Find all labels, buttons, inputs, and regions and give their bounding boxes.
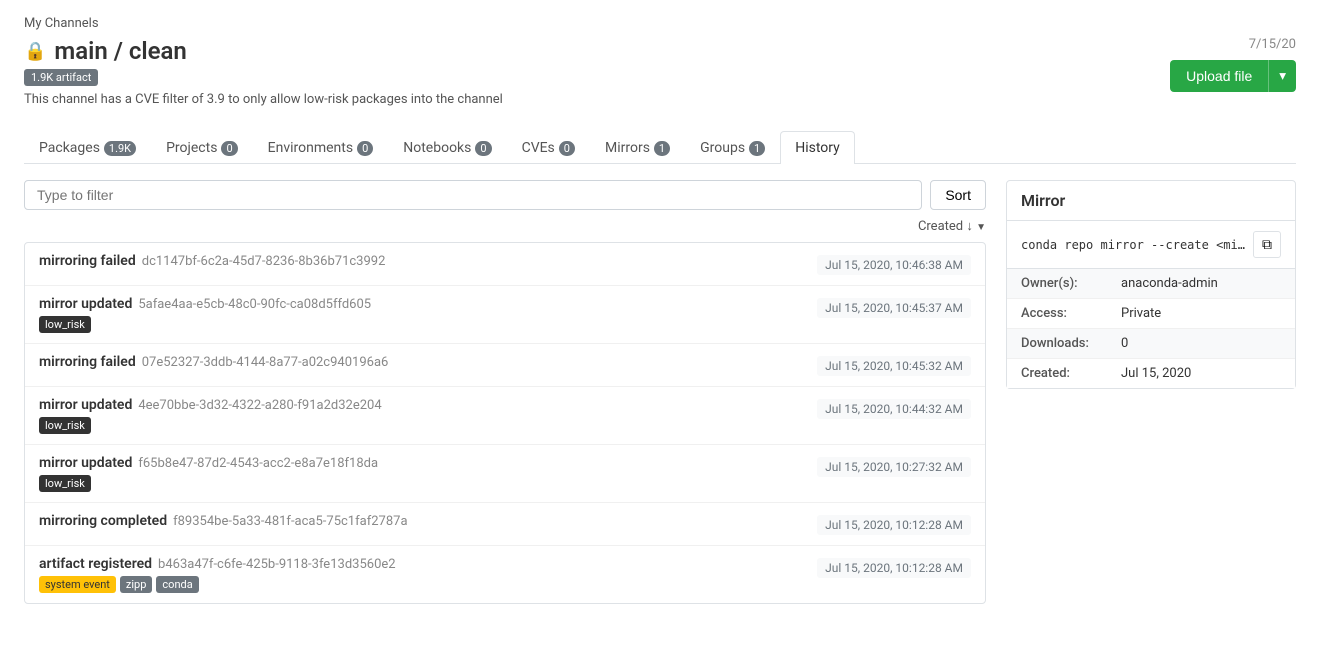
- left-panel: Sort Created ↓ ▼ mirroring failed dc1147b…: [24, 180, 986, 604]
- tab-badge-environments: 0: [357, 141, 373, 156]
- tab-history[interactable]: History: [780, 131, 855, 164]
- tab-projects[interactable]: Projects0: [151, 131, 253, 164]
- event-timestamp: Jul 15, 2020, 10:27:32 AM: [817, 457, 971, 477]
- lock-icon: 🔒: [24, 41, 46, 62]
- event-id: 07e52327-3ddb-4144-8a77-a02c940196a6: [142, 355, 389, 370]
- sort-button[interactable]: Sort: [930, 180, 986, 210]
- detail-label: Owner(s):: [1021, 276, 1121, 291]
- tag-low_risk: low_risk: [39, 417, 91, 434]
- channel-title: 🔒 main / clean: [24, 37, 503, 65]
- tab-badge-packages: 1.9K: [104, 141, 136, 156]
- mirror-info-panel: Mirror conda repo mirror --create <mirro…: [1006, 180, 1296, 389]
- tab-cves[interactable]: CVEs0: [507, 131, 590, 164]
- mirror-detail-row: Created:Jul 15, 2020: [1007, 359, 1295, 388]
- event-name: artifact registered: [39, 556, 152, 572]
- tab-badge-groups: 1: [749, 141, 765, 156]
- detail-label: Created:: [1021, 366, 1121, 381]
- detail-value: 0: [1121, 336, 1128, 351]
- detail-label: Downloads:: [1021, 336, 1121, 351]
- detail-value: Private: [1121, 306, 1161, 321]
- event-timestamp: Jul 15, 2020, 10:46:38 AM: [817, 255, 971, 275]
- upload-btn-group: Upload file ▾: [1170, 60, 1296, 92]
- detail-value: Jul 15, 2020: [1121, 366, 1191, 381]
- tab-notebooks[interactable]: Notebooks0: [388, 131, 506, 164]
- tab-packages[interactable]: Packages1.9K: [24, 131, 151, 164]
- tab-mirrors[interactable]: Mirrors1: [590, 131, 685, 164]
- history-item: mirror updated 4ee70bbe-3d32-4322-a280-f9…: [25, 387, 985, 445]
- event-id: 4ee70bbe-3d32-4322-a280-f91a2d32e204: [138, 398, 381, 413]
- breadcrumb: My Channels: [24, 16, 1296, 31]
- mirror-command-row: conda repo mirror --create <mirror_n ⧉: [1007, 221, 1295, 269]
- upload-file-button[interactable]: Upload file: [1170, 60, 1268, 92]
- tab-bar: Packages1.9KProjects0Environments0Notebo…: [24, 131, 1296, 164]
- history-item: mirroring completed f89354be-5a33-481f-ac…: [25, 503, 985, 546]
- channel-date: 7/15/20: [1249, 37, 1296, 52]
- history-item: mirroring failed dc1147bf-6c2a-45d7-8236-…: [25, 243, 985, 286]
- tab-badge-cves: 0: [559, 141, 575, 156]
- event-id: b463a47f-c6fe-425b-9118-3fe13d3560e2: [158, 557, 396, 572]
- mirror-detail-row: Access:Private: [1007, 299, 1295, 329]
- event-id: 5afae4aa-e5cb-48c0-90fc-ca08d5ffd605: [138, 297, 371, 312]
- main-content: Sort Created ↓ ▼ mirroring failed dc1147b…: [24, 180, 1296, 604]
- tab-environments[interactable]: Environments0: [253, 131, 389, 164]
- tag-zipp: zipp: [120, 576, 153, 593]
- event-name: mirroring failed: [39, 253, 136, 269]
- mirror-detail-row: Downloads:0: [1007, 329, 1295, 359]
- event-timestamp: Jul 15, 2020, 10:45:37 AM: [817, 298, 971, 318]
- event-name: mirror updated: [39, 397, 132, 413]
- history-item: mirror updated f65b8e47-87d2-4543-acc2-e8…: [25, 445, 985, 503]
- tag-low_risk: low_risk: [39, 475, 91, 492]
- filter-input[interactable]: [24, 180, 922, 210]
- header-right: 7/15/20 Upload file ▾: [1170, 37, 1296, 92]
- upload-dropdown-arrow[interactable]: ▾: [1268, 60, 1296, 92]
- event-timestamp: Jul 15, 2020, 10:12:28 AM: [817, 515, 971, 535]
- tag-conda: conda: [156, 576, 198, 593]
- mirror-panel-title: Mirror: [1007, 181, 1295, 221]
- channel-name: main / clean: [54, 37, 186, 65]
- history-item: mirror updated 5afae4aa-e5cb-48c0-90fc-ca…: [25, 286, 985, 344]
- mirror-detail-row: Owner(s):anaconda-admin: [1007, 269, 1295, 299]
- tag-system-event: system event: [39, 576, 116, 593]
- artifact-count-badge: 1.9K artifact: [24, 69, 98, 86]
- tab-badge-notebooks: 0: [475, 141, 491, 156]
- tag-low_risk: low_risk: [39, 316, 91, 333]
- event-name: mirror updated: [39, 455, 132, 471]
- sort-direction-label: Created ↓ ▼: [24, 218, 986, 234]
- history-item: mirroring failed 07e52327-3ddb-4144-8a77-…: [25, 344, 985, 387]
- event-timestamp: Jul 15, 2020, 10:45:32 AM: [817, 356, 971, 376]
- tab-badge-projects: 0: [221, 141, 237, 156]
- channel-header: 🔒 main / clean 1.9K artifact This channe…: [24, 37, 1296, 123]
- event-name: mirror updated: [39, 296, 132, 312]
- detail-label: Access:: [1021, 306, 1121, 321]
- event-id: f89354be-5a33-481f-aca5-75c1faf2787a: [173, 514, 407, 529]
- event-id: f65b8e47-87d2-4543-acc2-e8a7e18f18da: [138, 456, 378, 471]
- tab-groups[interactable]: Groups1: [685, 131, 780, 164]
- history-list: mirroring failed dc1147bf-6c2a-45d7-8236-…: [24, 242, 986, 604]
- event-id: dc1147bf-6c2a-45d7-8236-8b36b71c3992: [142, 254, 386, 269]
- mirror-panel: Mirror conda repo mirror --create <mirro…: [1006, 180, 1296, 604]
- tab-badge-mirrors: 1: [654, 141, 670, 156]
- event-timestamp: Jul 15, 2020, 10:44:32 AM: [817, 399, 971, 419]
- event-name: mirroring completed: [39, 513, 167, 529]
- detail-value: anaconda-admin: [1121, 276, 1218, 291]
- history-item: artifact registered b463a47f-c6fe-425b-91…: [25, 546, 985, 603]
- filter-row: Sort: [24, 180, 986, 210]
- copy-command-button[interactable]: ⧉: [1253, 231, 1281, 258]
- event-name: mirroring failed: [39, 354, 136, 370]
- mirror-command: conda repo mirror --create <mirror_n: [1021, 238, 1245, 252]
- channel-description: This channel has a CVE filter of 3.9 to …: [24, 92, 503, 107]
- event-timestamp: Jul 15, 2020, 10:12:28 AM: [817, 558, 971, 578]
